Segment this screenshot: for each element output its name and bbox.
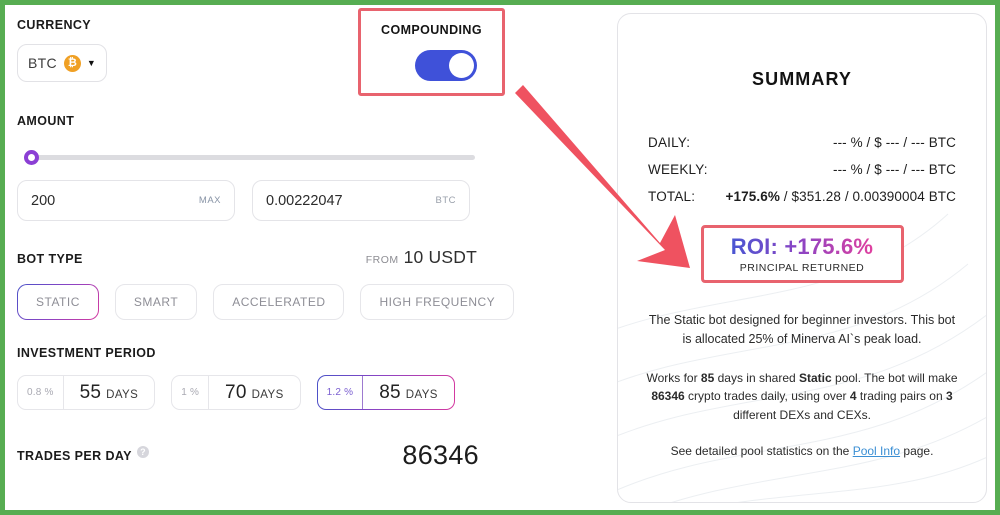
summary-total-bold: +175.6% [725, 189, 780, 204]
bot-description: The Static bot designed for beginner inv… [648, 313, 956, 346]
compounding-toggle[interactable] [414, 50, 477, 81]
fiat-amount-input[interactable]: 200 MAX [17, 180, 235, 221]
summary-title: SUMMARY [751, 69, 853, 89]
pool-info-line: See detailed pool statistics on the Pool… [638, 444, 966, 458]
pool-desc-days: 85 [700, 370, 715, 385]
bot-type-accelerated[interactable]: ACCELERATED [213, 284, 345, 320]
pool-desc-exchanges: 3 [945, 389, 953, 404]
summary-key-total: TOTAL: [648, 189, 696, 204]
pool-desc-part3: pool. The bot will make [831, 370, 958, 385]
max-button[interactable]: MAX [199, 195, 221, 206]
slider-thumb[interactable] [24, 150, 39, 165]
bot-type-high-frequency[interactable]: HIGH FREQUENCY [360, 284, 515, 320]
compounding-label: COMPOUNDING [381, 23, 482, 37]
period-days-85: 85 DAYS [363, 382, 454, 404]
trades-per-day-row: TRADES PER DAY ? 86346 [17, 440, 479, 471]
pool-desc-pool: Static [799, 370, 832, 385]
bot-configurator-page: CURRENCY BTC ₿ ▼ AMOUNT 200 MAX 0.002220… [5, 5, 995, 510]
investment-period-label: INVESTMENT PERIOD [17, 346, 156, 360]
investment-period-options: 0.8 % 55 DAYS 1 % 70 DAYS 1.2 % 85 DAYS [17, 375, 591, 410]
summary-rows: DAILY: --- % / $ --- / --- BTC WEEKLY: -… [638, 135, 966, 204]
pool-desc-part5: trading pairs on [856, 389, 946, 404]
pool-desc-pairs: 4 [849, 389, 857, 404]
summary-row-total: TOTAL: +175.6% / $351.28 / 0.00390004 BT… [638, 189, 966, 204]
pool-info-after: page. [900, 444, 934, 459]
trades-per-day-value: 86346 [402, 440, 479, 470]
bot-type-label: BOT TYPE [17, 252, 83, 266]
slider-track[interactable] [25, 155, 475, 160]
summary-row-daily: DAILY: --- % / $ --- / --- BTC [638, 135, 966, 150]
currency-selected-value: BTC [28, 55, 57, 71]
from-value: 10 USDT [403, 247, 477, 267]
bot-type-header: BOT TYPE FROM 10 USDT [17, 247, 477, 268]
pool-desc-part6: different DEXs and CEXs. [733, 407, 871, 422]
pool-desc-part2: days in shared [714, 370, 799, 385]
pool-info-link[interactable]: Pool Info [853, 444, 900, 458]
configuration-panel: CURRENCY BTC ₿ ▼ AMOUNT 200 MAX 0.002220… [5, 5, 605, 510]
period-option-70-days[interactable]: 1 % 70 DAYS [171, 375, 301, 410]
roi-box: ROI: +175.6% PRINCIPAL RETURNED [700, 225, 904, 283]
period-days-70: 70 DAYS [209, 382, 300, 404]
summary-panel: SUMMARY DAILY: --- % / $ --- / --- BTC W… [617, 13, 987, 503]
currency-dropdown[interactable]: BTC ₿ ▼ [17, 44, 107, 82]
amount-label: AMOUNT [17, 114, 75, 128]
crypto-amount-value: 0.00222047 [266, 192, 343, 209]
period-option-85-days[interactable]: 1.2 % 85 DAYS [317, 375, 455, 410]
crypto-amount-input[interactable]: 0.00222047 BTC [252, 180, 470, 221]
summary-total-rest: / $351.28 / 0.00390004 BTC [779, 189, 956, 204]
trades-per-day-label: TRADES PER DAY [17, 448, 132, 463]
period-days-unit-55: DAYS [106, 388, 139, 401]
compounding-highlight-box: COMPOUNDING [358, 8, 505, 96]
period-rate-70: 1 % [172, 376, 210, 409]
crypto-unit-label: BTC [435, 195, 456, 206]
summary-value-weekly: --- % / $ --- / --- BTC [832, 162, 956, 177]
bot-type-static[interactable]: STATIC [17, 284, 99, 320]
pool-info-before: See detailed pool statistics on the [670, 444, 853, 459]
period-rate-55: 0.8 % [18, 376, 64, 409]
question-mark-icon[interactable]: ? [136, 445, 149, 458]
amount-slider[interactable] [17, 150, 475, 165]
summary-content: SUMMARY DAILY: --- % / $ --- / --- BTC W… [638, 69, 966, 458]
pool-desc-part4: crypto trades daily, using over [684, 389, 850, 404]
period-rate-85: 1.2 % [318, 376, 364, 409]
roi-value: ROI: +175.6% [730, 234, 874, 259]
chevron-down-icon: ▼ [86, 58, 96, 68]
minimum-amount: FROM 10 USDT [366, 247, 477, 268]
trades-per-day-label-group: TRADES PER DAY ? [17, 445, 149, 463]
roi-subtitle: PRINCIPAL RETURNED [739, 262, 865, 274]
pool-description: Works for 85 days in shared Static pool.… [638, 369, 966, 425]
bot-type-smart[interactable]: SMART [114, 284, 198, 320]
period-days-number-70: 70 [225, 381, 247, 403]
period-days-number-85: 85 [379, 381, 401, 403]
pool-desc-trades: 86346 [651, 389, 685, 404]
from-label: FROM [365, 254, 399, 266]
bitcoin-icon: ₿ [63, 54, 81, 72]
amount-inputs-row: 200 MAX 0.00222047 BTC [17, 180, 591, 221]
pool-desc-part1: Works for [646, 370, 701, 385]
summary-row-weekly: WEEKLY: --- % / $ --- / --- BTC [638, 162, 966, 177]
period-option-55-days[interactable]: 0.8 % 55 DAYS [17, 375, 156, 410]
period-days-unit-70: DAYS [251, 388, 284, 401]
summary-value-total: +175.6% / $351.28 / 0.00390004 BTC [726, 189, 956, 204]
bot-type-options: STATIC SMART ACCELERATED HIGH FREQUENCY [17, 284, 591, 320]
period-days-number-55: 55 [79, 381, 102, 403]
summary-key-daily: DAILY: [648, 135, 691, 150]
period-days-55: 55 DAYS [64, 382, 155, 404]
summary-value-daily: --- % / $ --- / --- BTC [832, 135, 956, 150]
fiat-amount-value: 200 [31, 192, 56, 209]
toggle-knob [448, 53, 474, 78]
summary-key-weekly: WEEKLY: [648, 162, 708, 177]
period-days-unit-85: DAYS [405, 388, 438, 401]
